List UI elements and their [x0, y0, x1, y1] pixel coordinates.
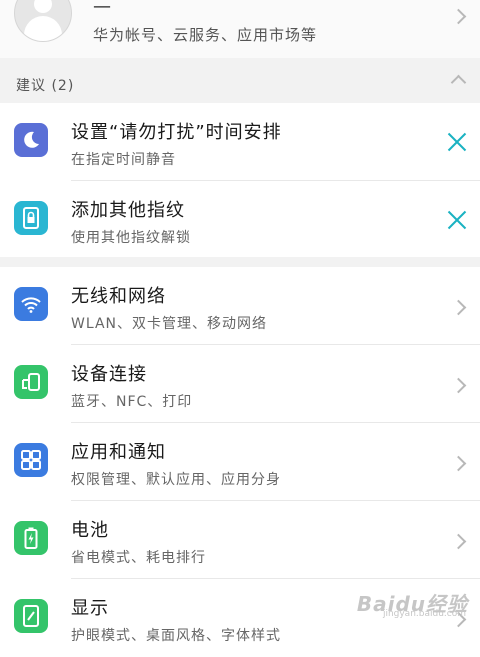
chevron-right-icon: [450, 533, 467, 550]
setting-subtitle: 权限管理、默认应用、应用分身: [71, 472, 281, 488]
setting-title: 应用和通知: [71, 442, 166, 463]
suggestion-dnd-schedule[interactable]: 设置“请勿打扰”时间安排 在指定时间静音: [0, 103, 480, 181]
avatar-head-shape: [34, 0, 52, 13]
account-row[interactable]: — 华为帐号、云服务、应用市场等: [0, 0, 480, 58]
chevron-right-icon: [450, 299, 467, 316]
suggestion-title: 添加其他指纹: [71, 200, 185, 221]
setting-title: 显示: [71, 598, 109, 619]
avatar-body-shape: [24, 16, 62, 41]
dismiss-close-icon[interactable]: [444, 207, 470, 233]
account-name: —: [93, 0, 111, 17]
suggestion-title: 设置“请勿打扰”时间安排: [71, 122, 282, 143]
section-gap: [0, 257, 480, 267]
setting-subtitle: 省电模式、耗电排行: [71, 550, 206, 566]
display-icon: [14, 599, 48, 633]
watermark-sub: jingyan.baidu.com: [382, 609, 466, 619]
suggestion-add-fingerprint[interactable]: 添加其他指纹 使用其他指纹解锁: [0, 181, 480, 259]
chevron-right-icon: [450, 377, 467, 394]
setting-battery[interactable]: 电池 省电模式、耗电排行: [0, 501, 480, 579]
apps-grid-icon: [14, 443, 48, 477]
baidu-jingyan-watermark: Baidu经验 jingyan.baidu.com: [357, 588, 468, 619]
wifi-icon: [14, 287, 48, 321]
suggestions-header-label: 建议 (2): [16, 78, 75, 94]
setting-subtitle: WLAN、双卡管理、移动网络: [71, 316, 268, 332]
setting-subtitle: 护眼模式、桌面风格、字体样式: [71, 628, 281, 644]
moon-icon: [14, 123, 48, 157]
device-connect-icon: [14, 365, 48, 399]
account-subtitle: 华为帐号、云服务、应用市场等: [93, 26, 318, 44]
battery-icon: [14, 521, 48, 555]
setting-title: 设备连接: [71, 364, 147, 385]
fingerprint-lock-icon: [14, 201, 48, 235]
suggestion-subtitle: 在指定时间静音: [71, 152, 176, 168]
suggestions-header[interactable]: 建议 (2): [0, 58, 480, 103]
dismiss-close-icon[interactable]: [444, 129, 470, 155]
setting-device-connection[interactable]: 设备连接 蓝牙、NFC、打印: [0, 345, 480, 423]
setting-title: 电池: [71, 520, 109, 541]
chevron-right-icon: [450, 8, 467, 25]
setting-subtitle: 蓝牙、NFC、打印: [71, 394, 193, 410]
chevron-right-icon: [450, 455, 467, 472]
setting-apps-notifications[interactable]: 应用和通知 权限管理、默认应用、应用分身: [0, 423, 480, 501]
setting-wireless-networks[interactable]: 无线和网络 WLAN、双卡管理、移动网络: [0, 267, 480, 345]
setting-title: 无线和网络: [71, 286, 166, 307]
avatar: [14, 0, 72, 42]
suggestion-subtitle: 使用其他指纹解锁: [71, 230, 191, 246]
